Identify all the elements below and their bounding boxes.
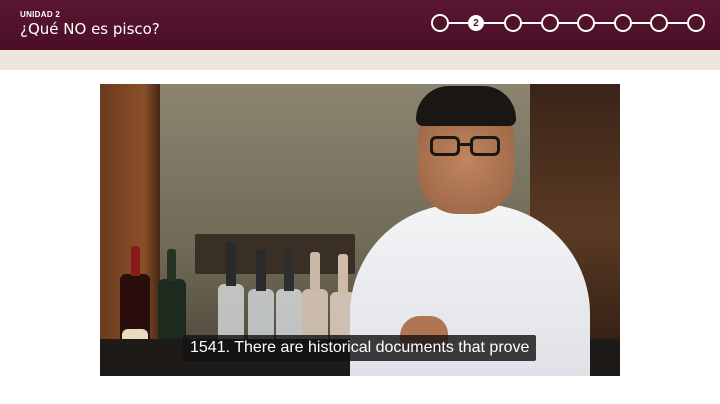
pisco-bottle-cap [338, 254, 348, 294]
unit-label: UNIDAD 2 [20, 10, 61, 19]
video-shelf [195, 234, 355, 274]
dark-bottle-neck [167, 249, 176, 281]
pisco-bottle-cap [310, 252, 320, 291]
video-player[interactable]: 1541. There are historical documents tha… [100, 84, 620, 376]
progress-stepper: 2 [431, 14, 705, 32]
clear-bottle-cap [284, 249, 294, 291]
glasses-right-lens [470, 136, 500, 156]
step-2-current[interactable]: 2 [468, 15, 484, 31]
glasses-left-lens [430, 136, 460, 156]
step-6[interactable] [614, 14, 632, 32]
clear-bottle-cap [256, 249, 266, 291]
subheader-bar [0, 50, 720, 70]
step-8[interactable] [687, 14, 705, 32]
wine-bottle-cap [131, 246, 140, 276]
step-1[interactable] [431, 14, 449, 32]
speaker-hair [416, 86, 516, 126]
step-7[interactable] [650, 14, 668, 32]
glasses-bridge [459, 143, 471, 146]
course-header: UNIDAD 2 ¿Qué NO es pisco? 2 [0, 0, 720, 50]
lesson-title: ¿Qué NO es pisco? [20, 20, 160, 38]
step-3[interactable] [504, 14, 522, 32]
video-subtitle: 1541. There are historical documents tha… [183, 335, 537, 361]
step-5[interactable] [577, 14, 595, 32]
step-4[interactable] [541, 14, 559, 32]
clear-bottle-cap [226, 242, 236, 286]
